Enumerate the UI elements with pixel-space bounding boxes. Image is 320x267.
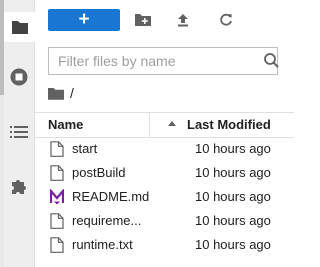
markdown-icon (50, 189, 64, 205)
upload-button[interactable] (173, 10, 193, 30)
file-name: runtime.txt (72, 237, 133, 252)
filter-files-input[interactable] (49, 48, 258, 74)
breadcrumb: / (48, 84, 74, 102)
refresh-icon (220, 13, 232, 26)
file-row[interactable]: postBuild 10 hours ago (35, 161, 294, 185)
upload-icon (178, 14, 188, 27)
refresh-button[interactable] (216, 10, 236, 30)
file-modified: 10 hours ago (195, 213, 271, 228)
file-icon (50, 165, 64, 181)
puzzle-icon (12, 180, 26, 194)
file-modified: 10 hours ago (195, 141, 271, 156)
breadcrumb-root[interactable]: / (70, 85, 74, 101)
file-modified: 10 hours ago (195, 165, 271, 180)
new-folder-button[interactable] (133, 10, 153, 30)
file-browser-tab[interactable] (4, 12, 35, 42)
file-row[interactable]: runtime.txt 10 hours ago (35, 233, 294, 257)
file-modified: 10 hours ago (195, 237, 271, 252)
file-row[interactable]: README.md 10 hours ago (35, 185, 294, 209)
listing-header: Name Last Modified (35, 112, 294, 138)
file-name: requireme... (72, 213, 142, 228)
activity-bar (4, 0, 35, 267)
new-launcher-button[interactable]: + (48, 9, 120, 31)
folder-icon (11, 21, 28, 34)
home-folder-icon[interactable] (48, 87, 64, 100)
table-of-contents-tab[interactable] (4, 117, 34, 147)
new-folder-icon (135, 14, 151, 26)
column-modified-header[interactable]: Last Modified (187, 117, 271, 132)
file-name: README.md (72, 189, 150, 204)
column-name-header[interactable]: Name (48, 117, 83, 132)
file-browser-toolbar: + (35, 0, 294, 40)
search-icon (264, 53, 279, 68)
extension-manager-tab[interactable] (4, 171, 34, 201)
file-row[interactable]: start 10 hours ago (35, 137, 294, 161)
file-icon (50, 213, 64, 229)
file-browser-panel: + Filter files by name / Name Last Modif… (35, 0, 294, 267)
file-name: postBuild (72, 165, 126, 180)
column-divider[interactable] (149, 113, 150, 137)
filter-box (48, 47, 279, 75)
running-sessions-tab[interactable] (4, 62, 34, 92)
file-modified: 10 hours ago (195, 189, 271, 204)
file-icon (50, 237, 64, 253)
stop-circle-icon (10, 68, 28, 86)
file-name: start (72, 141, 98, 156)
file-row[interactable]: requireme... 10 hours ago (35, 209, 294, 233)
file-icon (50, 141, 64, 157)
sort-ascending-icon (168, 121, 176, 126)
list-icon (10, 126, 28, 138)
